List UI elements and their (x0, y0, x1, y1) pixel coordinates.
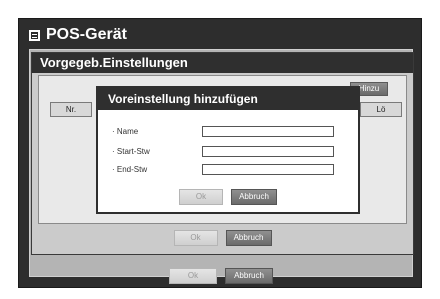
start-row: · Start-Stw (112, 146, 348, 160)
window-title-text: POS-Gerät (46, 26, 127, 43)
name-label: · Name (112, 127, 139, 136)
end-row: · End-Stw (112, 164, 348, 178)
dialog-footer: Ok Abbruch (98, 189, 358, 205)
name-row: · Name (112, 126, 348, 140)
end-label: · End-Stw (112, 165, 148, 174)
name-field[interactable] (202, 126, 334, 137)
add-preset-dialog: Voreinstellung hinzufügen · Name · Start… (96, 86, 360, 214)
window-ok-button[interactable]: Ok (169, 268, 217, 284)
window-footer: Ok Abbruch (19, 263, 423, 289)
panel-title: Vorgegeb.Einstellungen (32, 53, 413, 73)
column-header-nr: Nr. (50, 102, 92, 117)
panel-cancel-button[interactable]: Abbruch (225, 230, 272, 246)
start-label: · Start-Stw (112, 147, 150, 156)
dialog-cancel-button[interactable]: Abbruch (231, 189, 277, 205)
window-title: POS-Gerät (29, 24, 127, 46)
panel-footer: Ok Abbruch (32, 230, 413, 248)
dialog-title: Voreinstellung hinzufügen (98, 88, 358, 110)
column-header-delete: Lö (360, 102, 402, 117)
panel-ok-button[interactable]: Ok (173, 230, 218, 246)
menu-icon (29, 29, 40, 41)
end-field[interactable] (202, 164, 334, 175)
window-cancel-button[interactable]: Abbruch (225, 268, 273, 284)
dialog-ok-button[interactable]: Ok (179, 189, 223, 205)
start-field[interactable] (202, 146, 334, 157)
